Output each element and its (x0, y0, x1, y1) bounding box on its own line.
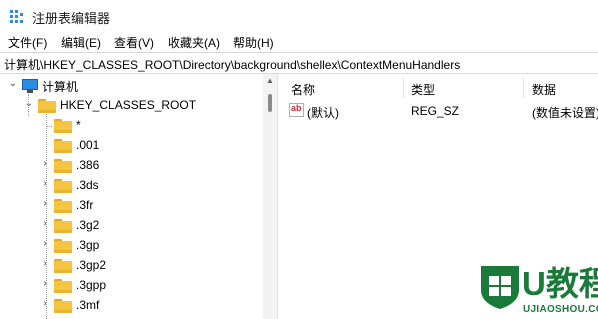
column-header-data[interactable]: 数据 (532, 81, 556, 98)
tree-node[interactable]: › .3gp (0, 236, 263, 256)
folder-icon (54, 139, 72, 153)
chevron-right-icon[interactable]: › (40, 218, 50, 229)
tree-node[interactable]: › .386 (0, 156, 263, 176)
tree-node[interactable]: › .3g2 (0, 216, 263, 236)
folder-icon (54, 259, 72, 273)
watermark: U教程 UJIAOSHOU.COM (476, 264, 598, 319)
tree-node[interactable]: › .3fr (0, 196, 263, 216)
computer-icon (22, 79, 38, 93)
chevron-right-icon[interactable]: › (40, 298, 50, 309)
tree-node[interactable]: › .3ds (0, 176, 263, 196)
chevron-right-icon[interactable]: › (40, 238, 50, 249)
tree-node-label: .3ds (76, 178, 99, 192)
tree-node[interactable]: › .3gp2 (0, 256, 263, 276)
folder-icon (38, 99, 56, 113)
tree-node-computer[interactable]: ⌄ 计算机 (0, 76, 263, 96)
column-divider[interactable] (523, 78, 524, 98)
title-bar[interactable]: 注册表编辑器 (0, 0, 598, 32)
value-row[interactable]: ab (默认) REG_SZ (数值未设置) (283, 101, 598, 121)
tree-node[interactable]: › .3mf (0, 296, 263, 316)
menu-favorites[interactable]: 收藏夹(A) (168, 34, 220, 51)
tree-node[interactable]: * (0, 116, 263, 136)
string-value-icon: ab (289, 103, 304, 117)
tree-node-label: .3gpp (76, 278, 107, 292)
value-type: REG_SZ (411, 104, 460, 118)
column-header-type[interactable]: 类型 (411, 81, 435, 98)
folder-icon (54, 219, 72, 233)
chevron-right-icon[interactable]: › (40, 258, 50, 269)
chevron-right-icon[interactable]: › (40, 198, 50, 209)
address-bar[interactable]: 计算机\HKEY_CLASSES_ROOT\Directory\backgrou… (0, 52, 598, 74)
chevron-right-icon[interactable]: › (40, 158, 50, 169)
menu-help[interactable]: 帮助(H) (233, 34, 274, 51)
folder-icon (54, 179, 72, 193)
tree-node-label: HKEY_CLASSES_ROOT (60, 98, 197, 112)
chevron-right-icon[interactable]: › (40, 178, 50, 189)
column-divider[interactable] (403, 78, 404, 98)
tree-node[interactable]: .001 (0, 136, 263, 156)
registry-editor-icon (10, 10, 23, 23)
chevron-down-icon[interactable]: ⌄ (24, 98, 34, 109)
scroll-thumb[interactable] (268, 94, 272, 112)
folder-icon (54, 119, 72, 133)
value-data: (数值未设置) (532, 106, 598, 120)
tree-node-label: * (76, 118, 81, 132)
tree-node-label: .3g2 (76, 218, 100, 232)
tree-node-label: .3gp (76, 238, 100, 252)
value-name: (默认) (307, 106, 339, 120)
column-header-name[interactable]: 名称 (291, 81, 315, 98)
tree-node-hkey-classes-root[interactable]: ⌄ HKEY_CLASSES_ROOT (0, 96, 263, 116)
tree-node-label: 计算机 (42, 80, 79, 94)
menu-bar: 文件(F) 编辑(E) 查看(V) 收藏夹(A) 帮助(H) (0, 32, 598, 52)
address-path[interactable]: 计算机\HKEY_CLASSES_ROOT\Directory\backgrou… (4, 56, 460, 73)
watermark-subtitle: UJIAOSHOU.COM (523, 304, 598, 315)
tree-node-label: .3mf (76, 298, 100, 312)
chevron-right-icon[interactable]: › (40, 278, 50, 289)
menu-view[interactable]: 查看(V) (114, 34, 154, 51)
tree-node-label: .3fr (76, 198, 94, 212)
folder-icon (54, 199, 72, 213)
chevron-down-icon[interactable]: ⌄ (8, 78, 18, 89)
folder-icon (54, 239, 72, 253)
tree-scrollbar[interactable]: ▲ (263, 74, 277, 319)
tree-node[interactable]: › .3gpp (0, 276, 263, 296)
folder-icon (54, 159, 72, 173)
window-title: 注册表编辑器 (32, 11, 111, 26)
watermark-title: U教程 (522, 265, 598, 302)
menu-file[interactable]: 文件(F) (8, 34, 47, 51)
folder-icon (54, 299, 72, 313)
menu-edit[interactable]: 编辑(E) (61, 34, 101, 51)
scroll-up-arrow-icon[interactable]: ▲ (266, 76, 274, 85)
folder-icon (54, 279, 72, 293)
tree-node-label: .3gp2 (76, 258, 107, 272)
key-tree[interactable]: ⌄ 计算机 ⌄ HKEY_CLASSES_ROOT * .001 › .386 … (0, 74, 263, 319)
tree-node-label: .001 (76, 138, 100, 152)
tree-node-label: .386 (76, 158, 100, 172)
watermark-logo-icon (481, 266, 519, 309)
